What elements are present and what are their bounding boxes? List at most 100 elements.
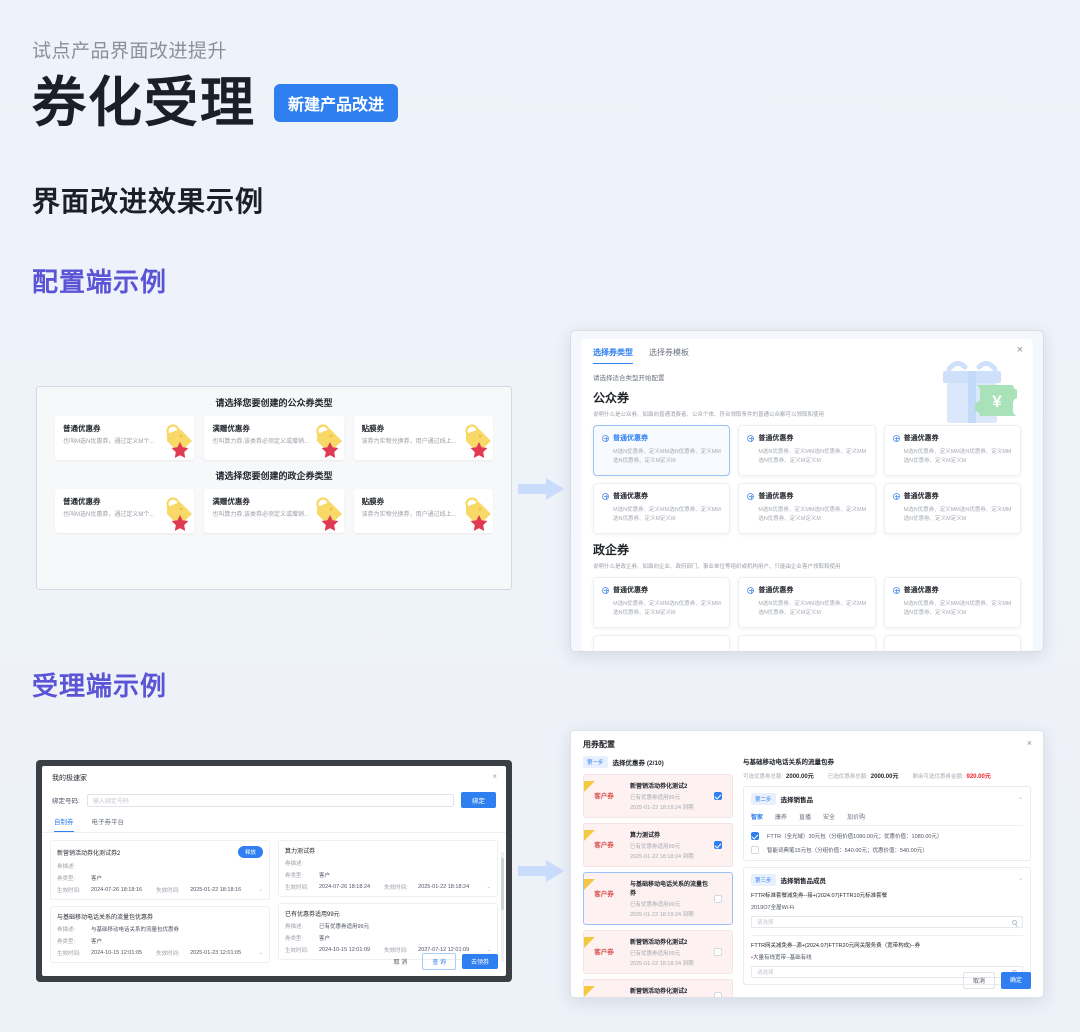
section-heading-accept: 受理端示例 — [32, 671, 168, 701]
step2-header[interactable]: 第二步 选择销售品 ⌄ — [751, 793, 1023, 805]
new-product-improvement-button[interactable]: 新建产品改进 — [274, 84, 399, 123]
coupon-title: 算力测试券 — [630, 833, 661, 839]
step3-header[interactable]: 第三步 选择销售品成员 ⌄ — [751, 874, 1023, 886]
query-button[interactable]: 查 询 — [422, 953, 456, 970]
confirm-button[interactable]: 确定 — [1000, 972, 1031, 989]
field-value-type: 客户 — [91, 876, 103, 882]
plus-circle-icon — [892, 492, 900, 500]
package-title: 与基础移动电话关系的流量包券 — [743, 759, 834, 766]
coupon-option-card[interactable]: 普通优惠券 M选N优惠券、定义MM选N优惠券、定义MM选N优惠券、定义M定义M — [883, 577, 1021, 628]
field-value-type: 客户 — [91, 939, 103, 945]
coupon-desc: 已有优惠券适用99元 — [630, 795, 681, 801]
scrollbar[interactable] — [501, 852, 504, 962]
tab-select-coupon-type[interactable]: 选择券类型 — [593, 347, 633, 364]
chevron-down-icon[interactable]: ⌄ — [486, 884, 491, 890]
field-label-start: 生效时间: — [57, 888, 81, 894]
window-footer: 取 消 查 询 去领券 — [385, 953, 498, 970]
cancel-button[interactable]: 取 消 — [385, 954, 417, 969]
dialog-body: 第一步 选择优惠券 (2/10) 客户券 新营销活动券化测试2 已有优惠券适用9… — [571, 756, 1043, 997]
product-checkbox[interactable] — [751, 846, 759, 854]
coupon-record[interactable]: 算力测试券 券描述: 券类型: 客户 生效时间: 2024-07-26 18:1… — [278, 840, 498, 897]
coupon-option-card[interactable]: 普通优惠券 M选N优惠券、定义MM选N优惠券、定义MM选N优惠券、定义M定义M — [738, 483, 876, 534]
coupon-option-title: 普通优惠券 — [758, 435, 794, 442]
field-value-start: 2024-07-26 18:18:24 — [319, 884, 371, 890]
amount-available: 可选优惠券总额: 2000.00元 — [743, 771, 814, 780]
field-value-type: 客户 — [319, 936, 331, 942]
tab-health[interactable]: 康养 — [775, 812, 787, 821]
close-icon[interactable]: × — [1017, 345, 1023, 356]
coupon-option-card[interactable]: 普通优惠券 M选N优惠券、定义MM选N优惠券、定义MM选N优惠券、定义M定义M — [593, 577, 731, 628]
title-row: 券化受理 新建产品改进 — [32, 75, 1048, 132]
coupon-checkbox[interactable] — [714, 992, 722, 997]
tab-security[interactable]: 安全 — [823, 812, 835, 821]
get-coupon-button[interactable]: 去领券 — [461, 954, 498, 969]
cancel-button[interactable]: 取消 — [962, 972, 995, 989]
coupon-list-item[interactable]: 客户券 新营销活动券化测试2 已有优惠券适用99元 — [583, 979, 733, 997]
coupon-type-card[interactable]: 满赠优惠券 也叫算力券,该类券必须定义或赠销... — [204, 489, 344, 533]
tab-select-coupon-template[interactable]: 选择券模板 — [649, 347, 689, 364]
coupon-checkbox[interactable] — [714, 841, 722, 849]
coupon-type-card[interactable]: 普通优惠券 也叫M选N优惠券，通过定义M个... — [55, 416, 195, 460]
coupon-checkbox[interactable] — [714, 792, 722, 800]
coupon-record[interactable]: 新营销活动券化测试券2 释放 券描述: 券类型: 客户 生效时间: 2024-0… — [50, 840, 270, 900]
tab-live[interactable]: 直播 — [799, 812, 811, 821]
coupon-list-item[interactable]: 客户券 算力测试券 已有优惠券适用99元 2025-01-22 18:18:24… — [583, 823, 733, 867]
amount-label: 可选优惠券总额: — [743, 774, 784, 780]
coupon-checkbox[interactable] — [714, 948, 722, 956]
public-coupon-type-title: 请选择您要创建的公众券类型 — [215, 398, 333, 408]
coupon-record[interactable]: 已有优惠券适用99元 券描述: 已有优惠券适用99元 券类型: 客户 生效时间:… — [278, 903, 498, 960]
config-after-screenshot: 选择券类型 选择券模板 × 请选择适合类型开始配置 ¥ 公众券 说明什么是公众券… — [570, 330, 1044, 652]
amount-value: 920.00元 — [966, 774, 991, 780]
coupon-list-item[interactable]: 客户券 新营销活动券化测试2 已有优惠券适用99元 2025-01-22 18:… — [583, 774, 733, 818]
tab-addon-purchase[interactable]: 加价购 — [847, 812, 865, 821]
chevron-down-icon[interactable]: ⌄ — [258, 950, 263, 956]
plus-circle-icon — [747, 434, 755, 442]
step3-badge: 第三步 — [751, 874, 776, 886]
product-option-row[interactable]: 智能词典笔15元包（分组价值：540.00元；优惠价值：540.00元） — [751, 846, 1023, 854]
coupon-option-card[interactable] — [593, 635, 731, 651]
gov-coupon-grid-row1: 普通优惠券 M选N优惠券、定义MM选N优惠券、定义MM选N优惠券、定义M定义M … — [581, 570, 1033, 628]
chevron-down-icon[interactable]: ⌄ — [1018, 875, 1023, 882]
coupon-name: 算力测试券 — [285, 849, 316, 855]
coupon-option-card[interactable] — [883, 635, 1021, 651]
coupon-list-item[interactable]: 客户券 与基础移动电话关系的流量包券 已有优惠券适用99元 2025-01-22… — [583, 872, 733, 925]
coupon-type-card[interactable]: 满赠优惠券 也叫算力券,该类券必须定义或赠销... — [204, 416, 344, 460]
coupon-option-card[interactable] — [738, 635, 876, 651]
coupon-checkbox[interactable] — [714, 894, 722, 903]
coupon-type-card[interactable]: 普通优惠券 也叫M选N优惠券，通过定义M个... — [55, 489, 195, 533]
dialog-title: 用券配置 — [583, 740, 615, 749]
product-category-tabs: 智家 康养 直播 安全 加价购 — [751, 812, 1023, 826]
field-value-start: 2024-10-15 12:01:09 — [319, 947, 371, 953]
bind-number-input[interactable]: 输入绑定号码 — [86, 793, 454, 807]
coupon-type-card[interactable]: 贴膜券 该券为实物兑换券，用户通过线上... — [353, 416, 493, 460]
gov-coupon-type-title: 请选择您要创建的政企券类型 — [215, 471, 333, 481]
bind-button[interactable]: 绑定 — [461, 792, 496, 808]
window-tabs: 自制券 电子券平台 — [42, 808, 506, 833]
coupon-option-card[interactable]: 普通优惠券 M选N优惠券、定义MM选N优惠券、定义MM选N优惠券、定义M定义M — [883, 483, 1021, 534]
chevron-down-icon[interactable]: ⌄ — [1018, 794, 1023, 801]
page-root: 试点产品界面改进提升 券化受理 新建产品改进 界面改进效果示例 配置端示例 受理… — [0, 0, 1080, 1032]
field-value-desc: 已有优惠券适用99元 — [319, 924, 370, 930]
product-checkbox[interactable] — [751, 832, 759, 840]
coupon-option-card[interactable]: 普通优惠券 M选N优惠券、定义MM选N优惠券、定义MM选N优惠券、定义M定义M — [738, 425, 876, 476]
coupon-record[interactable]: 与基础移动电话关系的流量包优惠券 券描述: 与基础移动电话关系的流量包优惠券 券… — [50, 906, 270, 963]
tab-ecoupon-platform[interactable]: 电子券平台 — [92, 816, 125, 832]
tab-self-made-coupon[interactable]: 自制券 — [54, 816, 74, 832]
chevron-down-icon[interactable]: ⌄ — [258, 887, 263, 893]
coupon-type-card[interactable]: 贴膜券 该券为实物兑换券，用户通过线上... — [353, 489, 493, 533]
release-button[interactable]: 释放 — [237, 846, 263, 858]
product-option-row[interactable]: FTTR（全光域）30元包（分组价值1080.00元；优惠价值：1080.00元… — [751, 832, 1023, 840]
coupon-desc: 已有优惠券适用99元 — [630, 951, 681, 957]
step1-badge: 第一步 — [583, 756, 608, 768]
coupon-option-card[interactable]: 普通优惠券 M选N优惠券、定义MM选N优惠券、定义MM选N优惠券、定义M定义M — [593, 425, 731, 476]
step1-label: 选择优惠券 (2/10) — [612, 760, 664, 767]
coupon-list-item[interactable]: 客户券 新营销活动券化测试2 已有优惠券适用99元 2025-01-22 18:… — [583, 930, 733, 974]
close-icon[interactable]: × — [492, 772, 497, 781]
member-select-input[interactable]: 请选择 — [751, 916, 1023, 928]
coupon-option-card[interactable]: 普通优惠券 M选N优惠券、定义MM选N优惠券、定义MM选N优惠券、定义M定义M — [738, 577, 876, 628]
tag-star-icon — [316, 424, 342, 458]
close-icon[interactable]: × — [1027, 738, 1032, 748]
field-label-desc: 券描述: — [285, 924, 304, 930]
coupon-option-card[interactable]: 普通优惠券 M选N优惠券、定义MM选N优惠券、定义MM选N优惠券、定义M定义M — [593, 483, 731, 534]
tab-smart-home[interactable]: 智家 — [751, 812, 763, 821]
